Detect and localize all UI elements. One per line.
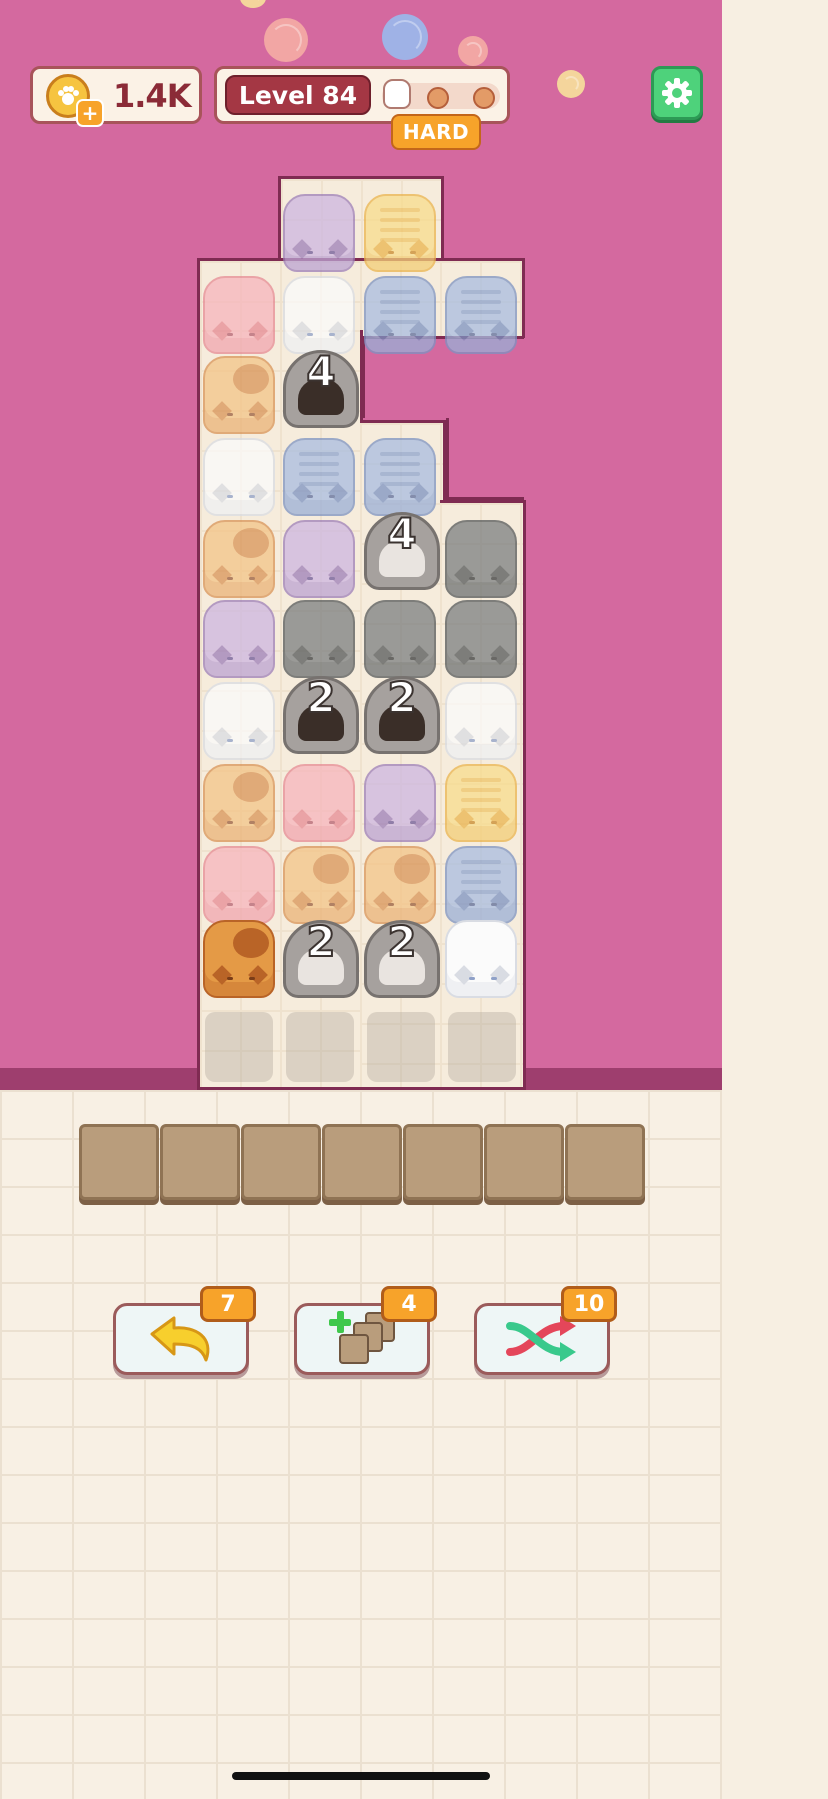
white-cat-tile[interactable]	[445, 682, 517, 760]
yarn-ball-decoration	[458, 36, 488, 66]
orange-cat-tile[interactable]	[203, 920, 275, 998]
add-slot-count: 4	[381, 1286, 437, 1322]
level-progress-dot	[427, 87, 449, 109]
tray-slot	[79, 1124, 159, 1200]
white-cat-tile[interactable]	[445, 920, 517, 998]
add-slot-button[interactable]: 4	[294, 1286, 437, 1375]
stack-count: 2	[305, 916, 336, 967]
calico-cat-tile[interactable]	[203, 764, 275, 842]
blue-cat-tile[interactable]	[445, 846, 517, 924]
yellow-cat-tile[interactable]	[364, 194, 436, 272]
purple-cat-tile[interactable]	[203, 600, 275, 678]
board-cutout	[446, 418, 524, 500]
empty-board-slot	[448, 1012, 516, 1082]
settings-button[interactable]	[651, 66, 703, 120]
blue-cat-tile[interactable]	[364, 438, 436, 516]
white-cat-tile[interactable]	[283, 276, 355, 354]
shuffle-button[interactable]: 10	[474, 1286, 617, 1375]
difficulty-badge: HARD	[391, 114, 481, 150]
calico-cat-tile[interactable]	[203, 356, 275, 434]
home-indicator	[232, 1772, 490, 1780]
white-cat-tile[interactable]	[203, 438, 275, 516]
calico-cat-tile[interactable]	[364, 846, 436, 924]
empty-board-slot	[205, 1012, 273, 1082]
level-title: Level 84	[225, 75, 371, 115]
cat-progress-icon	[383, 79, 411, 109]
calico-cat-tile[interactable]	[283, 846, 355, 924]
grey-cat-tile[interactable]	[445, 600, 517, 678]
purple-cat-tile[interactable]	[283, 194, 355, 272]
plus-icon[interactable]: +	[76, 99, 104, 127]
yarn-ball-decoration	[557, 70, 585, 98]
coin-balance: 1.4K	[113, 77, 191, 115]
hidden-cat-stack[interactable]: 2	[364, 672, 440, 754]
calico-cat-tile[interactable]	[203, 520, 275, 598]
purple-cat-tile[interactable]	[364, 764, 436, 842]
undo-button[interactable]: 7	[113, 1286, 256, 1375]
empty-board-slot	[286, 1012, 354, 1082]
tray-slot	[565, 1124, 645, 1200]
yarn-ball-decoration	[382, 14, 428, 60]
stack-count: 4	[386, 508, 417, 559]
tray-slot	[241, 1124, 321, 1200]
hidden-cat-stack[interactable]: 2	[283, 672, 359, 754]
blue-cat-tile[interactable]	[445, 276, 517, 354]
grey-cat-tile[interactable]	[283, 600, 355, 678]
undo-count: 7	[200, 1286, 256, 1322]
gear-icon	[662, 78, 692, 108]
level-progress-dot	[473, 87, 495, 109]
hidden-cat-stack[interactable]: 2	[364, 916, 440, 998]
coin-counter[interactable]: + 1.4K	[30, 66, 202, 127]
tray-slot	[160, 1124, 240, 1200]
pink-cat-tile[interactable]	[203, 846, 275, 924]
hidden-cat-stack[interactable]: 4	[283, 346, 359, 428]
stack-count: 2	[305, 672, 336, 723]
tray-slot	[403, 1124, 483, 1200]
hidden-cat-stack[interactable]: 2	[283, 916, 359, 998]
stack-count: 2	[386, 672, 417, 723]
grey-cat-tile[interactable]	[364, 600, 436, 678]
yellow-cat-tile[interactable]	[445, 764, 517, 842]
stack-count: 4	[305, 346, 336, 397]
hidden-cat-stack[interactable]: 4	[364, 508, 440, 590]
white-cat-tile[interactable]	[203, 682, 275, 760]
grey-cat-tile[interactable]	[445, 520, 517, 598]
purple-cat-tile[interactable]	[283, 520, 355, 598]
yarn-ball-decoration	[264, 18, 308, 62]
tray-slot	[484, 1124, 564, 1200]
pink-cat-tile[interactable]	[203, 276, 275, 354]
tray-slot	[322, 1124, 402, 1200]
pink-cat-tile[interactable]	[283, 764, 355, 842]
shuffle-count: 10	[561, 1286, 617, 1322]
blue-cat-tile[interactable]	[364, 276, 436, 354]
blue-cat-tile[interactable]	[283, 438, 355, 516]
stack-count: 2	[386, 916, 417, 967]
empty-board-slot	[367, 1012, 435, 1082]
